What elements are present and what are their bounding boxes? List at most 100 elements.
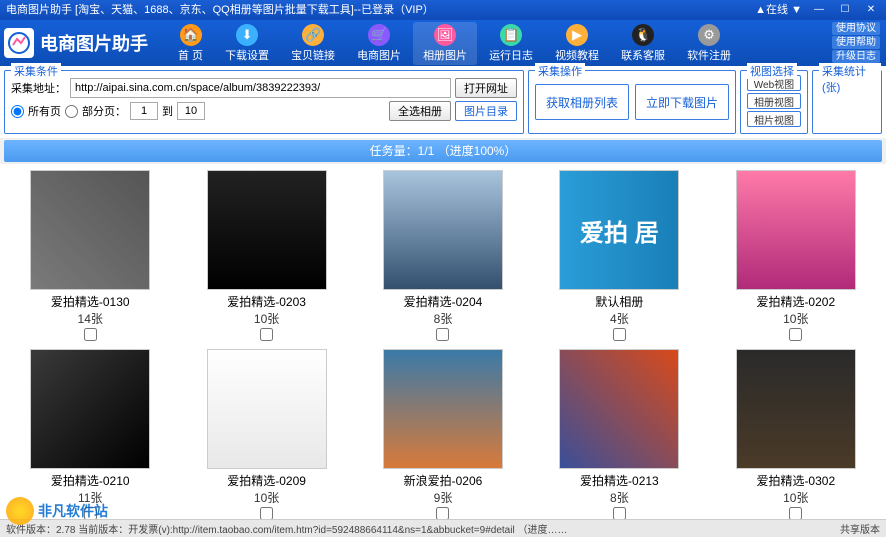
get-album-list-button[interactable]: 获取相册列表 [535, 84, 629, 120]
logo-icon [4, 28, 34, 58]
thumb-title: 默认相册 [595, 293, 643, 310]
album-view-button[interactable]: 相册视图 [747, 93, 801, 109]
nav-label: 视频教程 [555, 47, 599, 63]
window-title: 电商图片助手 [淘宝、天猫、1688、京东、QQ相册等图片批量下载工具]--已登… [6, 0, 434, 20]
watermark-icon [6, 497, 34, 525]
to-label: 到 [162, 103, 173, 119]
controls: 采集条件 采集地址： 打开网址 所有页 部分页： 到 全选相册 图片目录 采集操… [0, 66, 886, 138]
thumb-count: 9张 [434, 489, 453, 506]
album-thumb[interactable]: 爱拍 居 默认相册 4张 [533, 170, 705, 341]
nav-icon: 🐧 [632, 24, 654, 46]
album-thumb[interactable]: 新浪爱拍-0206 9张 [357, 349, 529, 520]
panel-conditions: 采集条件 采集地址： 打开网址 所有页 部分页： 到 全选相册 图片目录 [4, 70, 524, 134]
maximize-button[interactable]: ☐ [836, 3, 854, 17]
select-all-button[interactable]: 全选相册 [389, 101, 451, 121]
nav-item-1[interactable]: ⬇下载设置 [215, 22, 279, 65]
some-pages-label: 部分页： [82, 103, 126, 119]
nav-item-7[interactable]: 🐧联系客服 [611, 22, 675, 65]
url-input[interactable] [70, 78, 451, 98]
panel-stat: 采集统计 (张) 29 [812, 70, 882, 134]
thumb-title: 爱拍精选-0130 [51, 293, 130, 310]
header: 电商图片助手 🏠首 页⬇下载设置🔗宝贝链接🛒电商图片🖼相册图片📋运行日志▶视频教… [0, 20, 886, 66]
header-link-1[interactable]: 使用帮助 [832, 36, 880, 49]
nav-label: 联系客服 [621, 47, 665, 63]
header-link-0[interactable]: 使用协议 [832, 22, 880, 35]
album-thumb[interactable]: 爱拍精选-0213 8张 [533, 349, 705, 520]
thumb-checkbox[interactable] [84, 328, 97, 341]
titlebar-right: ▲在线 ▼ — ☐ ✕ [755, 0, 880, 20]
pic-list-button[interactable]: 图片目录 [455, 101, 517, 121]
album-thumb[interactable]: 爱拍精选-0202 10张 [710, 170, 882, 341]
thumb-count: 8张 [610, 489, 629, 506]
nav-item-4[interactable]: 🖼相册图片 [413, 22, 477, 65]
thumb-image [736, 349, 856, 469]
gallery: 爱拍精选-0130 14张 爱拍精选-0203 10张 爱拍精选-0204 8张… [0, 164, 886, 544]
status-right: 共享版本 [840, 521, 880, 536]
thumb-checkbox[interactable] [436, 328, 449, 341]
thumb-checkbox[interactable] [613, 328, 626, 341]
nav: 🏠首 页⬇下载设置🔗宝贝链接🛒电商图片🖼相册图片📋运行日志▶视频教程🐧联系客服⚙… [168, 22, 741, 65]
thumb-title: 爱拍精选-0203 [227, 293, 306, 310]
download-now-button[interactable]: 立即下载图片 [635, 84, 729, 120]
album-grid: 爱拍精选-0130 14张 爱拍精选-0203 10张 爱拍精选-0204 8张… [4, 170, 882, 520]
album-thumb[interactable]: 爱拍精选-0130 14张 [4, 170, 176, 341]
thumb-count: 8张 [434, 310, 453, 327]
thumb-count: 4张 [610, 310, 629, 327]
thumb-title: 爱拍精选-0202 [756, 293, 835, 310]
thumb-image [383, 170, 503, 290]
thumb-title: 爱拍精选-0302 [756, 472, 835, 489]
nav-label: 电商图片 [357, 47, 401, 63]
close-button[interactable]: ✕ [862, 3, 880, 17]
nav-item-0[interactable]: 🏠首 页 [168, 22, 213, 65]
some-pages-radio[interactable] [65, 105, 78, 118]
logo-area: 电商图片助手 [4, 28, 148, 58]
thumb-count: 10张 [254, 310, 279, 327]
thumb-title: 爱拍精选-0209 [227, 472, 306, 489]
nav-item-3[interactable]: 🛒电商图片 [347, 22, 411, 65]
open-url-button[interactable]: 打开网址 [455, 78, 517, 98]
thumb-image [30, 349, 150, 469]
nav-icon: 🖼 [434, 24, 456, 46]
nav-label: 下载设置 [225, 47, 269, 63]
page-to-input[interactable] [177, 102, 205, 120]
album-thumb[interactable]: 爱拍精选-0210 11张 [4, 349, 176, 520]
header-links: 使用协议使用帮助升级日志 [832, 22, 880, 63]
thumb-count: 10张 [783, 310, 808, 327]
thumb-title: 爱拍精选-0204 [404, 293, 483, 310]
album-thumb[interactable]: 爱拍精选-0302 10张 [710, 349, 882, 520]
nav-item-2[interactable]: 🔗宝贝链接 [281, 22, 345, 65]
nav-item-6[interactable]: ▶视频教程 [545, 22, 609, 65]
panel-title: 采集统计 (张) [819, 63, 881, 95]
nav-label: 运行日志 [489, 47, 533, 63]
all-pages-radio[interactable] [11, 105, 24, 118]
thumb-count: 10张 [254, 489, 279, 506]
logo-text: 电商图片助手 [40, 30, 148, 56]
panel-title: 采集操作 [535, 63, 585, 79]
album-thumb[interactable]: 爱拍精选-0204 8张 [357, 170, 529, 341]
minimize-button[interactable]: — [810, 3, 828, 17]
panel-view: 视图选择 Web视图 相册视图 相片视图 [740, 70, 808, 134]
photo-view-button[interactable]: 相片视图 [747, 111, 801, 127]
nav-icon: ⬇ [236, 24, 258, 46]
thumb-image [30, 170, 150, 290]
nav-icon: 📋 [500, 24, 522, 46]
page-from-input[interactable] [130, 102, 158, 120]
progress-bar: 任务量：1/1 （进度100%） [4, 140, 882, 162]
online-status[interactable]: ▲在线 ▼ [755, 0, 802, 20]
album-thumb[interactable]: 爱拍精选-0209 10张 [180, 349, 352, 520]
thumb-count: 10张 [783, 489, 808, 506]
thumb-image [559, 349, 679, 469]
thumb-checkbox[interactable] [260, 328, 273, 341]
nav-item-5[interactable]: 📋运行日志 [479, 22, 543, 65]
thumb-image [736, 170, 856, 290]
thumb-checkbox[interactable] [789, 328, 802, 341]
nav-label: 宝贝链接 [291, 47, 335, 63]
thumb-title: 爱拍精选-0213 [580, 472, 659, 489]
album-thumb[interactable]: 爱拍精选-0203 10张 [180, 170, 352, 341]
nav-icon: 🔗 [302, 24, 324, 46]
header-link-2[interactable]: 升级日志 [832, 50, 880, 63]
statusbar: 软件版本：2.78 当前版本：开发票(v):http://item.taobao… [0, 519, 886, 537]
nav-item-8[interactable]: ⚙软件注册 [677, 22, 741, 65]
panel-title: 采集条件 [11, 63, 61, 79]
nav-icon: ▶ [566, 24, 588, 46]
